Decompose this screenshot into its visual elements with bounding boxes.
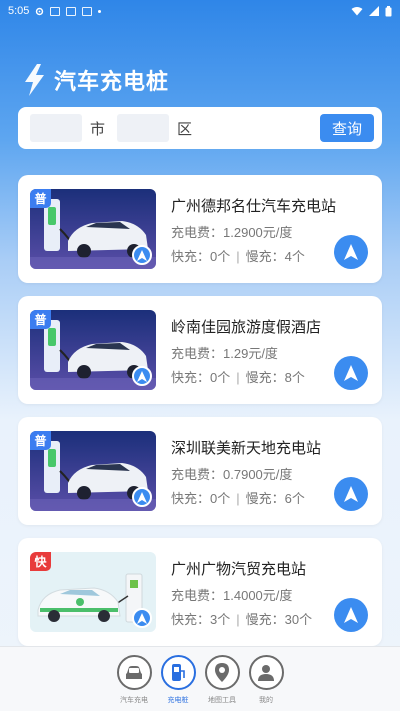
charger-counts: 快充：3个 | 慢充：30个: [171, 609, 312, 628]
navigate-button[interactable]: [334, 356, 368, 390]
fee-label: 充电费：: [171, 346, 224, 361]
city-unit-label: 市: [90, 119, 106, 138]
tab-profile[interactable]: 我的: [247, 655, 285, 711]
tab-charging-pile[interactable]: 充电桩: [159, 655, 197, 711]
charger-counts: 快充：0个 | 慢充：4个: [171, 246, 305, 265]
battery-icon: [385, 5, 392, 16]
tab-icon-circle: [116, 655, 152, 690]
fee-label: 充电费：: [171, 467, 224, 482]
page-title: 汽车充电桩: [54, 69, 170, 94]
station-fee: 充电费：1.29元/度: [171, 343, 278, 362]
charge-type-badge: 普: [30, 189, 51, 208]
tab-car-charging[interactable]: 汽车充电: [115, 655, 153, 711]
search-panel: 市 区 查询: [18, 107, 382, 149]
status-time: 5:05: [8, 5, 30, 17]
bottom-navigation: 汽车充电 充电桩 地图工具 我的: [0, 646, 400, 711]
fee-value: 1.2900元/度: [223, 225, 293, 240]
tab-label: 充电桩: [167, 697, 189, 704]
fee-value: 0.7900元/度: [223, 467, 293, 482]
fast-label: 快充：: [171, 612, 211, 627]
navigation-arrow-icon: [344, 486, 358, 502]
navigate-button[interactable]: [334, 598, 368, 632]
slow-count: 30个: [284, 612, 313, 627]
fee-value: 1.4000元/度: [223, 588, 293, 603]
slow-label: 慢充：: [245, 370, 285, 385]
settings-status-icon: [36, 7, 44, 15]
fee-value: 1.29元/度: [223, 346, 278, 361]
fast-label: 快充：: [171, 370, 211, 385]
status-notification-icons: [35, 6, 102, 16]
app-header: 汽车充电桩: [22, 64, 169, 96]
station-card[interactable]: 普 广州德邦名仕汽车充电站 充电费：1.2900元/度 快充：0个 | 慢充：4个: [18, 175, 382, 283]
charger-counts: 快充：0个 | 慢充：8个: [171, 367, 305, 386]
charge-type-badge: 普: [30, 310, 51, 329]
count-divider: |: [236, 370, 240, 385]
station-fee: 充电费：0.7900元/度: [171, 464, 292, 483]
more-notifications-icon: [98, 9, 102, 13]
tab-label: 地图工具: [208, 697, 236, 704]
slow-count: 6个: [284, 491, 305, 506]
tab-icon-circle: [160, 655, 196, 690]
tab-label: 我的: [259, 697, 273, 704]
sim-status-icon: [66, 6, 77, 16]
slow-label: 慢充：: [245, 249, 285, 264]
slow-count: 4个: [284, 249, 305, 264]
tab-icon-circle: [204, 655, 240, 690]
fast-count: 3个: [210, 612, 231, 627]
fee-label: 充电费：: [171, 588, 224, 603]
station-name: 广州德邦名仕汽车充电站: [171, 198, 337, 215]
status-bar: 5:05: [0, 0, 400, 22]
district-unit-label: 区: [177, 119, 193, 138]
station-card[interactable]: 普 深圳联美新天地充电站 充电费：0.7900元/度 快充：0个 | 慢充：6个: [18, 417, 382, 525]
car-icon: [126, 665, 142, 679]
user-icon: [258, 664, 274, 681]
app-status-icon: [50, 6, 61, 16]
navigate-button[interactable]: [334, 477, 368, 511]
fast-label: 快充：: [171, 249, 211, 264]
charge-type-badge: 普: [30, 431, 51, 450]
map-pin-icon: [215, 662, 229, 682]
slow-label: 慢充：: [245, 491, 285, 506]
station-fee: 充电费：1.2900元/度: [171, 222, 292, 241]
message-status-icon: [82, 6, 93, 16]
navigation-arrow-icon: [344, 244, 358, 260]
navigation-arrow-icon: [344, 607, 358, 623]
lightning-bolt-icon: [25, 64, 44, 96]
station-list: 普 广州德邦名仕汽车充电站 充电费：1.2900元/度 快充：0个 | 慢充：4个: [18, 175, 382, 659]
fast-label: 快充：: [171, 491, 211, 506]
charger-counts: 快充：0个 | 慢充：6个: [171, 488, 305, 507]
signal-icon: [369, 6, 379, 16]
navigation-arrow-icon: [344, 365, 358, 381]
slow-label: 慢充：: [245, 612, 285, 627]
fee-label: 充电费：: [171, 225, 224, 240]
navigate-button[interactable]: [334, 235, 368, 269]
count-divider: |: [236, 612, 240, 627]
count-divider: |: [236, 249, 240, 264]
charger-icon: [172, 663, 185, 681]
navigation-arrow-icon: [132, 608, 152, 628]
fast-count: 0个: [210, 491, 231, 506]
query-button[interactable]: 查询: [320, 114, 374, 142]
count-divider: |: [236, 491, 240, 506]
slow-count: 8个: [284, 370, 305, 385]
station-card[interactable]: 快 广州广物汽贸充电站 充电费：1.4000元/度 快充：3个 | 慢充：30个: [18, 538, 382, 646]
fast-count: 0个: [210, 249, 231, 264]
station-name: 深圳联美新天地充电站: [171, 440, 322, 457]
tab-icon-circle: [248, 655, 284, 690]
station-name: 岭南佳园旅游度假酒店: [171, 319, 322, 336]
tab-label: 汽车充电: [120, 697, 148, 704]
station-name: 广州广物汽贸充电站: [171, 561, 307, 578]
station-fee: 充电费：1.4000元/度: [171, 585, 292, 604]
tab-map-tools[interactable]: 地图工具: [203, 655, 241, 711]
city-input[interactable]: [30, 114, 82, 142]
navigation-arrow-icon: [132, 487, 152, 507]
wifi-icon: [351, 7, 363, 16]
charge-type-badge: 快: [30, 552, 51, 571]
district-input[interactable]: [117, 114, 170, 142]
navigation-arrow-icon: [132, 366, 152, 386]
station-card[interactable]: 普 岭南佳园旅游度假酒店 充电费：1.29元/度 快充：0个 | 慢充：8个: [18, 296, 382, 404]
navigation-arrow-icon: [132, 245, 152, 265]
fast-count: 0个: [210, 370, 231, 385]
